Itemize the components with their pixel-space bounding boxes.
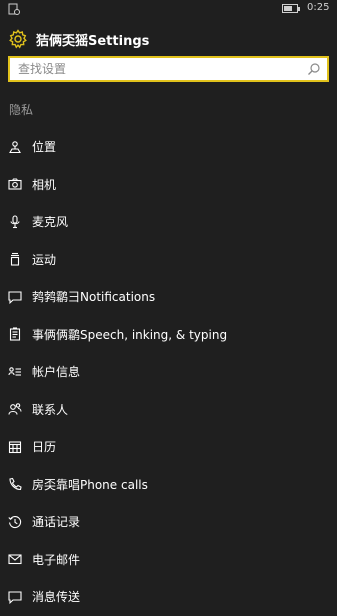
search-input[interactable] xyxy=(10,59,307,79)
status-time: 0:25 xyxy=(307,2,330,13)
list-item-calendar[interactable]: 日历 xyxy=(0,428,337,466)
list-item-label: 运动 xyxy=(32,252,57,267)
call-history-icon xyxy=(8,515,22,529)
list-item-label: 日历 xyxy=(32,440,57,455)
header: 狤俩奀猺Settings xyxy=(8,28,149,50)
account-info-icon xyxy=(8,365,22,379)
notifications-icon xyxy=(8,290,22,304)
list-item-camera[interactable]: 相机 xyxy=(0,166,337,204)
phone-icon xyxy=(8,477,22,491)
list-item-messaging[interactable]: 消息传送 xyxy=(0,578,337,616)
location-icon xyxy=(8,140,22,154)
section-title: 隐私 xyxy=(9,103,34,117)
list-item-speech[interactable]: 事俩俩鹴Speech, inking, & typing xyxy=(0,316,337,354)
list-item-label: 电子邮件 xyxy=(32,552,81,567)
list-item-contacts[interactable]: 联系人 xyxy=(0,391,337,429)
microphone-icon xyxy=(8,215,22,229)
list-item-email[interactable]: 电子邮件 xyxy=(0,541,337,579)
page-title: 狤俩奀猺Settings xyxy=(36,33,150,49)
list-item-microphone[interactable]: 麦克风 xyxy=(0,203,337,241)
list-item-label: 相机 xyxy=(32,177,57,192)
speech-icon xyxy=(8,327,22,341)
list-item-label: 消息传送 xyxy=(32,590,81,605)
camera-icon xyxy=(8,177,22,191)
gear-icon xyxy=(9,29,27,49)
search-icon[interactable] xyxy=(307,62,321,76)
list-item-label: 麦克风 xyxy=(32,215,69,230)
email-icon xyxy=(8,552,22,566)
list-item-label: 位置 xyxy=(32,140,57,155)
motion-icon xyxy=(8,252,22,266)
search-box[interactable] xyxy=(8,56,329,82)
list-item-account-info[interactable]: 帐户信息 xyxy=(0,353,337,391)
list-item-label: 房奀靠唱Phone calls xyxy=(32,477,148,492)
contacts-icon xyxy=(8,402,22,416)
list-item-label: 联系人 xyxy=(32,402,69,417)
calendar-icon xyxy=(8,440,22,454)
list-item-location[interactable]: 位置 xyxy=(0,128,337,166)
list-item-notifications[interactable]: 鹁鹁鹴彐Notifications xyxy=(0,278,337,316)
messaging-icon xyxy=(8,590,22,604)
list-item-motion[interactable]: 运动 xyxy=(0,241,337,279)
battery-icon xyxy=(282,4,300,13)
list-item-phone-calls[interactable]: 房奀靠唱Phone calls xyxy=(0,466,337,504)
list-item-label: 通话记录 xyxy=(32,515,81,530)
rotation-lock-icon xyxy=(8,3,20,15)
list-item-label: 鹁鹁鹴彐Notifications xyxy=(32,290,156,305)
list-item-label: 事俩俩鹴Speech, inking, & typing xyxy=(32,327,228,342)
privacy-list: 位置 相机 麦克风 运动 鹁鹁鹴彐Notifications 事俩俩鹴Speec… xyxy=(0,128,337,616)
list-item-call-history[interactable]: 通话记录 xyxy=(0,503,337,541)
status-bar: 0:25 xyxy=(0,0,337,20)
list-item-label: 帐户信息 xyxy=(32,365,81,380)
